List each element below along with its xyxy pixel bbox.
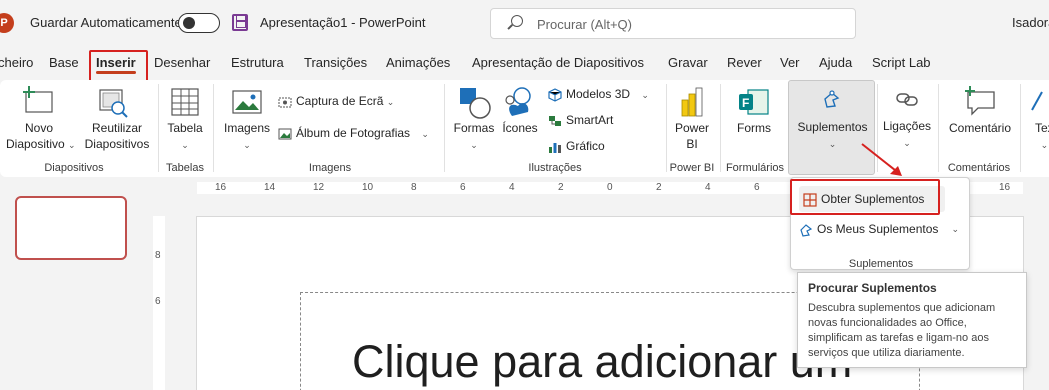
icons-icon: [505, 87, 531, 116]
tab-estrutura[interactable]: Estrutura: [231, 55, 284, 70]
group-label-diapositivos: Diapositivos: [44, 162, 104, 174]
group-label-ilustracoes: Ilustrações: [528, 162, 582, 174]
group-label-comentarios: Comentários: [947, 162, 1011, 174]
forms-icon: F: [739, 89, 769, 115]
divider: [720, 84, 721, 172]
add-ins-icon: [824, 90, 840, 108]
meus-suplementos-item[interactable]: Os Meus Suplementos ⌄: [799, 222, 963, 237]
ruler-label: 12: [313, 182, 325, 193]
toggle-knob: [183, 17, 195, 29]
ruler-label: 4: [705, 182, 711, 193]
new-slide-icon: [23, 86, 53, 113]
tab-desenhar[interactable]: Desenhar: [154, 55, 210, 70]
divider: [666, 84, 667, 172]
reuse-slides-icon: [99, 89, 128, 118]
power-bi-icon: [681, 87, 703, 117]
title-placeholder-text: Clique para adicionar um: [352, 336, 853, 387]
cube-3d-icon: [548, 88, 562, 102]
photo-album-icon: [278, 128, 292, 140]
power-bi-button[interactable]: Power BI: [670, 120, 714, 152]
modelos-3d-button[interactable]: Modelos 3D ⌄: [548, 87, 649, 102]
svg-text:F: F: [742, 96, 749, 110]
my-add-ins-icon: [800, 224, 813, 237]
link-icon: [896, 93, 918, 106]
tab-ficheiro[interactable]: cheiro: [0, 55, 33, 70]
autosave-toggle[interactable]: [178, 13, 220, 33]
ruler-label: 8: [155, 250, 161, 261]
group-label-imagens: Imagens: [308, 162, 352, 174]
reutilizar-diapositivos-button[interactable]: Reutilizar Diapositivos: [80, 120, 154, 152]
ruler-label: 16: [215, 182, 227, 193]
ruler-label: 2: [656, 182, 662, 193]
divider: [938, 84, 939, 172]
tab-ajuda[interactable]: Ajuda: [819, 55, 852, 70]
screenshot-icon: [278, 97, 292, 108]
chart-icon: [549, 142, 561, 153]
icones-button[interactable]: Ícones: [498, 120, 542, 136]
divider: [444, 84, 445, 172]
ruler-label: 8: [411, 182, 417, 193]
imagens-button[interactable]: Imagens ⌄: [220, 120, 274, 153]
text-icon: [1031, 91, 1043, 111]
search-input[interactable]: [537, 14, 837, 34]
tab-animacoes[interactable]: Animações: [386, 55, 450, 70]
save-icon[interactable]: [232, 14, 248, 31]
ruler-label: 16: [999, 182, 1011, 193]
texto-button[interactable]: Tex⌄: [1035, 120, 1049, 153]
tooltip: Procurar Suplementos Descubra suplemento…: [797, 272, 1027, 368]
tab-apresentacao[interactable]: Apresentação de Diapositivos: [472, 55, 644, 70]
smartart-icon: [549, 115, 561, 126]
tooltip-body: Descubra suplementos que adicionam novas…: [808, 302, 996, 359]
ruler-label: 6: [754, 182, 760, 193]
search-box[interactable]: [490, 8, 856, 39]
tab-script-lab[interactable]: Script Lab: [872, 55, 931, 70]
ruler-label: 10: [362, 182, 374, 193]
inserir-highlight-box: [89, 50, 148, 84]
comment-icon: [965, 86, 995, 116]
shapes-icon: [460, 88, 491, 119]
tab-base[interactable]: Base: [49, 55, 79, 70]
tooltip-title: Procurar Suplementos: [808, 281, 937, 295]
ruler-label: 0: [607, 182, 613, 193]
tab-transicoes[interactable]: Transições: [304, 55, 367, 70]
tab-gravar[interactable]: Gravar: [668, 55, 708, 70]
annotation-arrow: [861, 143, 902, 176]
slide-thumbnail[interactable]: [15, 196, 127, 260]
chevron-down-icon[interactable]: ⌄: [951, 224, 959, 235]
divider: [158, 84, 159, 172]
title-bar: P Guardar Automaticamente Apresentação1 …: [0, 0, 1049, 46]
novo-diapositivo-button[interactable]: Novo Diapositivo ⌄: [6, 120, 76, 153]
group-label-tabelas: Tabelas: [166, 162, 204, 174]
obter-suplementos-highlight-box: [790, 179, 940, 215]
album-fotografias-button[interactable]: Álbum de Fotografias ⌄: [278, 126, 429, 141]
group-label-power-bi: Power BI: [669, 162, 715, 174]
smartart-button[interactable]: SmartArt: [548, 113, 613, 128]
tabela-button[interactable]: Tabela ⌄: [163, 120, 207, 153]
dropdown-group-label: Suplementos: [848, 258, 914, 270]
vertical-ruler: 8 6: [153, 216, 165, 390]
tab-rever[interactable]: Rever: [727, 55, 762, 70]
powerpoint-logo-icon: P: [0, 13, 14, 33]
search-icon: [511, 15, 523, 27]
ruler-label: 2: [558, 182, 564, 193]
captura-de-ecra-button[interactable]: Captura de Ecrã ⌄: [278, 94, 394, 109]
table-icon: [171, 88, 199, 116]
tab-ver[interactable]: Ver: [780, 55, 800, 70]
ruler-label: 6: [460, 182, 466, 193]
divider: [213, 84, 214, 172]
ruler-label: 6: [155, 296, 161, 307]
ruler-label: 14: [264, 182, 276, 193]
grafico-button[interactable]: Gráfico: [548, 139, 605, 154]
user-name[interactable]: Isadora: [1012, 15, 1049, 30]
ruler-label: 4: [509, 182, 515, 193]
ribbon-tabs: cheiro Base Inserir Desenhar Estrutura T…: [0, 46, 1049, 79]
forms-button[interactable]: Forms: [732, 120, 776, 136]
comentario-button[interactable]: Comentário: [944, 120, 1016, 136]
divider: [1020, 84, 1021, 172]
formas-button[interactable]: Formas ⌄: [452, 120, 496, 153]
autosave-label: Guardar Automaticamente: [30, 15, 182, 30]
document-title: Apresentação1 - PowerPoint: [260, 15, 426, 30]
images-icon: [232, 90, 262, 114]
group-label-formularios: Formulários: [725, 162, 785, 174]
